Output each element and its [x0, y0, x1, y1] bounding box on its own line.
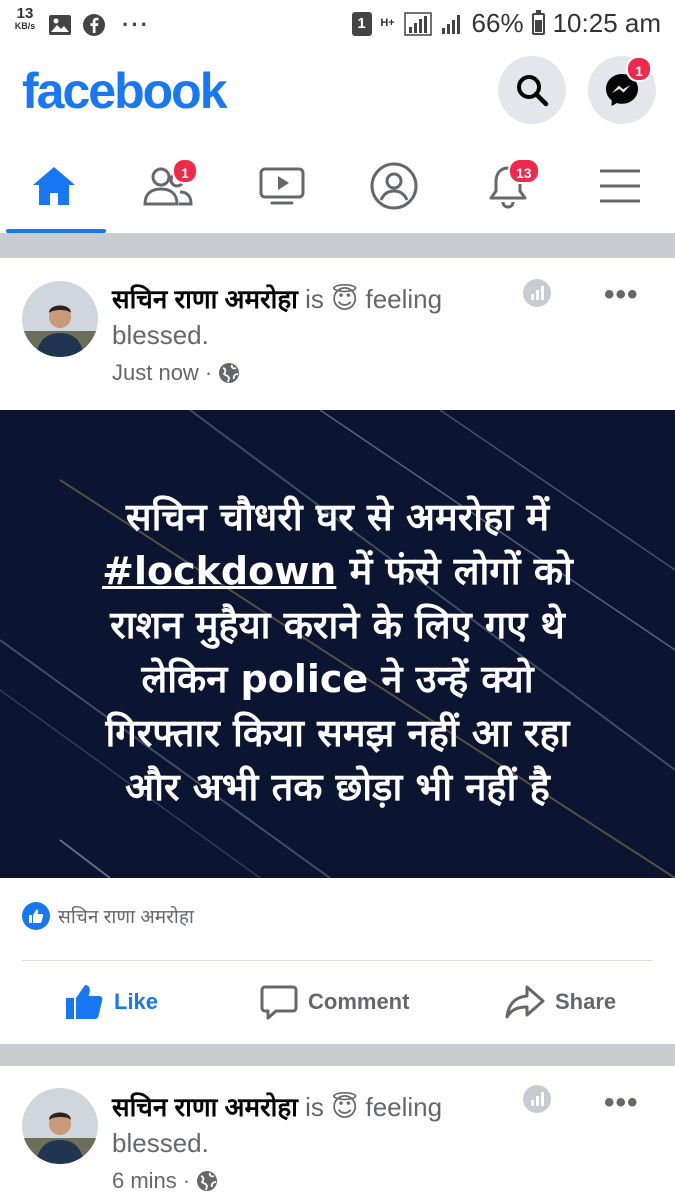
- image-text-line: और अभी तक छोड़ा भी नहीं है: [125, 765, 550, 809]
- thumbs-up-icon: [29, 909, 44, 923]
- network-speed: 13 KB/s: [10, 5, 40, 32]
- share-button[interactable]: Share: [505, 980, 616, 1024]
- globe-icon: [197, 1171, 218, 1191]
- post-more-button[interactable]: •••: [604, 1086, 639, 1120]
- network-speed-value: 13: [16, 5, 34, 22]
- like-icon: [66, 985, 103, 1019]
- post-timestamp[interactable]: 6 mins: [112, 1168, 177, 1194]
- globe-icon: [219, 363, 240, 383]
- insights-bar: [540, 286, 544, 300]
- tab-watch[interactable]: [228, 138, 336, 233]
- insights-bar: [530, 1100, 534, 1106]
- search-icon: [517, 75, 549, 107]
- messenger-button[interactable]: 1: [588, 56, 656, 124]
- comment-icon: [260, 985, 298, 1020]
- app-header: facebook 1: [0, 48, 675, 138]
- feeling-emoji: 😇: [331, 1092, 359, 1122]
- facebook-logo[interactable]: facebook: [22, 62, 228, 120]
- battery-percent: 66%: [471, 8, 524, 38]
- feeling-emoji: 😇: [331, 284, 359, 314]
- hashtag-link[interactable]: #lockdown: [102, 549, 336, 593]
- tab-profile[interactable]: [340, 138, 448, 233]
- comment-label: Comment: [308, 989, 410, 1014]
- profile-icon: [370, 162, 418, 209]
- like-label: Like: [114, 989, 159, 1014]
- home-icon: [33, 166, 75, 205]
- watch-video-icon: [259, 167, 305, 204]
- post-timestamp[interactable]: Just now: [112, 360, 199, 386]
- facebook-notification-icon: [83, 14, 105, 36]
- friends-badge: 1: [172, 158, 198, 184]
- active-tab-indicator: [6, 229, 106, 233]
- network-type: H+: [380, 17, 395, 29]
- avatar-photo: [22, 281, 98, 357]
- share-label: Share: [555, 989, 617, 1014]
- image-text-line: राशन मुहैया कराने के लिए गए थे: [110, 603, 565, 647]
- post-meta: 6 mins ·: [112, 1168, 218, 1194]
- image-text-segment: में फंसे लोगों को: [336, 549, 573, 593]
- author-avatar[interactable]: [22, 1088, 98, 1164]
- status-bar: 13 KB/s ··· 1 H+ 66% 10:25 am: [0, 0, 675, 48]
- like-reaction-icon: [22, 902, 50, 930]
- comment-button[interactable]: Comment: [260, 980, 409, 1024]
- tab-home[interactable]: [0, 138, 108, 233]
- insights-bar: [535, 1096, 539, 1106]
- action-divider: [22, 960, 653, 961]
- insights-bar: [535, 290, 539, 300]
- signal-icon-1: [403, 11, 432, 36]
- activity-prefix: is: [297, 284, 332, 314]
- sim-icon: 1: [351, 11, 372, 36]
- author-avatar[interactable]: [22, 281, 98, 357]
- network-speed-unit: KB/s: [14, 21, 36, 31]
- share-icon: [505, 985, 545, 1019]
- author-name[interactable]: सचिन राणा अमरोहा: [112, 284, 298, 314]
- signal-icon-2: [441, 14, 460, 34]
- search-button[interactable]: [498, 56, 566, 124]
- messenger-badge: 1: [626, 56, 652, 82]
- post-meta: Just now ·: [112, 360, 240, 386]
- insights-bar: [530, 294, 534, 300]
- author-name[interactable]: सचिन राणा अमरोहा: [112, 1092, 298, 1122]
- image-text-line: गिरफ्तार किया समझ नहीं आ रहा: [105, 711, 570, 755]
- tab-menu[interactable]: [566, 138, 674, 233]
- insights-bar: [540, 1092, 544, 1106]
- meta-dot: ·: [204, 360, 213, 385]
- post-image-text: सचिन चौधरी घर से अमरोहा में #lockdown मे…: [0, 490, 675, 814]
- post-more-button[interactable]: •••: [604, 278, 639, 312]
- hamburger-menu-icon: [600, 169, 640, 202]
- clock: 10:25 am: [552, 8, 661, 38]
- post-header-text: सचिन राणा अमरोहा is 😇 feeling blessed.: [112, 281, 512, 353]
- main-nav: 1 13: [0, 138, 675, 234]
- image-text-line: सचिन चौधरी घर से अमरोहा में: [125, 495, 550, 539]
- feed-separator: [0, 1044, 675, 1066]
- tab-friends[interactable]: 1: [114, 138, 222, 233]
- feed-separator: [0, 234, 675, 258]
- like-button[interactable]: Like: [64, 980, 158, 1024]
- reaction-names: सचिन राणा अमरोहा: [58, 907, 194, 928]
- avatar-photo: [22, 1088, 98, 1164]
- meta-dot: ·: [182, 1168, 191, 1193]
- post-insights-button[interactable]: [523, 279, 551, 307]
- tab-notifications[interactable]: 13: [454, 138, 562, 233]
- gallery-icon: [49, 15, 71, 35]
- notifications-badge: 13: [508, 158, 540, 184]
- post-image[interactable]: सचिन चौधरी घर से अमरोहा में #lockdown मे…: [0, 410, 675, 878]
- image-text-line: #lockdown में फंसे लोगों को: [0, 544, 675, 598]
- battery-icon: [531, 9, 545, 35]
- post-header-text: सचिन राणा अमरोहा is 😇 feeling blessed.: [112, 1089, 512, 1161]
- image-text-line: लेकिन police ने उन्हें क्यो: [141, 657, 534, 701]
- reaction-summary[interactable]: सचिन राणा अमरोहा: [22, 902, 194, 930]
- more-notifications-indicator: ···: [122, 12, 150, 37]
- post-insights-button[interactable]: [523, 1085, 551, 1113]
- activity-prefix: is: [297, 1092, 332, 1122]
